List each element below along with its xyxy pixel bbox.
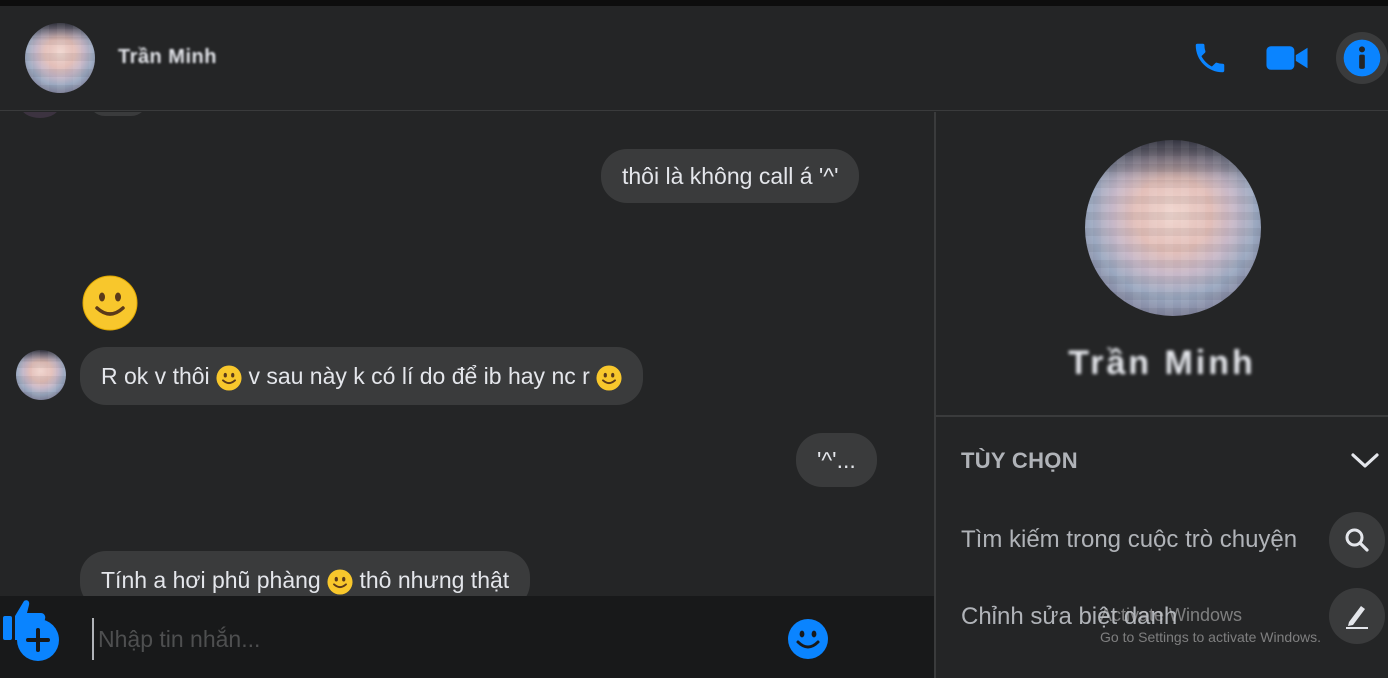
edit-nickname-button[interactable]	[1329, 588, 1385, 644]
contact-avatar[interactable]	[25, 23, 95, 93]
voice-call-button[interactable]	[1188, 36, 1232, 80]
contact-name[interactable]: Trần Minh	[118, 46, 217, 69]
previous-message-fragment	[88, 112, 148, 116]
incoming-message[interactable]: R ok v thôi v sau này k có lí do để ib h…	[80, 347, 644, 405]
pencil-icon	[1346, 606, 1368, 629]
plus-circle-icon[interactable]	[16, 618, 60, 662]
chevron-down-icon[interactable]	[1350, 448, 1380, 472]
conversation-info-panel: Trần Minh TÙY CHỌN Tìm kiếm trong cuộc t…	[936, 112, 1388, 678]
message-list[interactable]: thôi là không call á '^' R ok v thôi v s…	[0, 112, 934, 596]
incoming-message[interactable]: Tính a hơi phũ phàng thô nhưng thật	[80, 551, 531, 596]
windows-activation-watermark: Activate Windows Go to Settings to activ…	[1100, 604, 1321, 648]
conversation-info-button[interactable]	[1336, 32, 1388, 84]
conversation-header: Trần Minh	[0, 6, 1388, 111]
message-composer	[0, 596, 934, 678]
message-text: v sau này k có lí do để ib hay nc r	[248, 363, 597, 389]
message-text: thô nhưng thật	[359, 567, 510, 593]
outgoing-message[interactable]: '^'...	[796, 433, 877, 487]
profile-name[interactable]: Trần Minh	[936, 344, 1388, 383]
emoji-icon[interactable]	[787, 618, 829, 660]
info-icon	[1343, 39, 1381, 77]
watermark-line-1: Activate Windows	[1100, 605, 1243, 625]
video-camera-icon	[1266, 46, 1308, 70]
search-icon	[1345, 528, 1369, 552]
sender-avatar[interactable]	[16, 350, 66, 400]
outgoing-message[interactable]: thôi là không call á '^'	[601, 149, 860, 203]
slightly-smiling-face-icon[interactable]	[82, 275, 138, 331]
search-in-conversation-option[interactable]: Tìm kiếm trong cuộc trò chuyện	[961, 526, 1297, 554]
phone-icon	[1195, 43, 1225, 73]
watermark-line-2: Go to Settings to activate Windows.	[1100, 629, 1321, 645]
options-section-title[interactable]: TÙY CHỌN	[961, 448, 1078, 474]
slightly-smiling-face-icon	[216, 365, 242, 391]
message-text: R ok v thôi	[101, 363, 217, 389]
slightly-smiling-face-icon	[327, 569, 353, 595]
sidebar-divider	[936, 415, 1388, 417]
previous-avatar-fragment	[20, 112, 60, 118]
video-call-button[interactable]	[1265, 36, 1309, 80]
slightly-smiling-face-icon	[596, 365, 622, 391]
message-input[interactable]	[92, 618, 780, 660]
profile-avatar[interactable]	[1085, 140, 1261, 316]
message-text: Tính a hơi phũ phàng	[101, 567, 328, 593]
search-button[interactable]	[1329, 512, 1385, 568]
